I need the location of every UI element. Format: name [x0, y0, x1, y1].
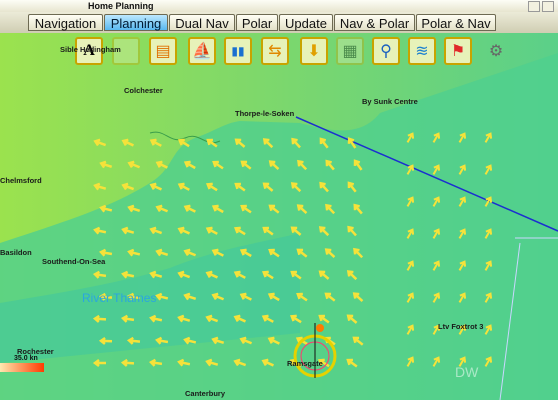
- place-label: Colchester: [124, 86, 163, 95]
- wind-speed-scale: [0, 363, 44, 372]
- window-title: Home Planning: [88, 1, 154, 11]
- tab-dual-nav[interactable]: Dual Nav: [169, 14, 235, 31]
- close-icon[interactable]: [542, 1, 554, 12]
- place-label: Southend-On-Sea: [42, 257, 106, 266]
- watermark: DW: [455, 364, 479, 380]
- wind-scale-label: 35.0 kn: [14, 355, 38, 362]
- download-weather-icon[interactable]: ⬇: [300, 37, 328, 65]
- tide-arrow: [99, 160, 113, 169]
- river-label: River Thames: [82, 291, 157, 305]
- place-label: Chelmsford: [0, 176, 42, 185]
- grid-icon[interactable]: ▦: [336, 37, 364, 65]
- tab-planning[interactable]: Planning: [104, 14, 168, 31]
- tab-update[interactable]: Update: [279, 14, 333, 31]
- tide-arrow: [93, 182, 107, 191]
- tab-bar: Navigation Planning Dual Nav Polar Updat…: [0, 12, 558, 33]
- tab-nav-polar[interactable]: Nav & Polar: [334, 14, 415, 31]
- terrain-layer-icon[interactable]: ▤: [149, 37, 177, 65]
- windsock-icon[interactable]: ⚑: [444, 37, 472, 65]
- chart-map[interactable]: A ▤ ⛵ ▮▮ ⇆ ⬇ ▦ ⚲ ≋ ⚑ ⚙ Sible Hedingham C…: [0, 33, 558, 400]
- tide-arrow: [127, 160, 141, 169]
- place-label: Basildon: [0, 248, 32, 257]
- boat-marker-icon[interactable]: [316, 324, 324, 332]
- wind-lines-icon[interactable]: ≋: [408, 37, 436, 65]
- place-label: Ramsgate: [287, 359, 323, 368]
- tide-arrow: [121, 138, 134, 147]
- place-label: Ltv Foxtrot 3: [438, 322, 484, 331]
- map-layer: [0, 53, 558, 400]
- tide-arrow: [149, 138, 162, 147]
- current-arrows-icon[interactable]: ⇆: [261, 37, 289, 65]
- place-label: Sible Hedingham: [60, 45, 121, 54]
- tab-polar-nav[interactable]: Polar & Nav: [416, 14, 496, 31]
- settings-icon[interactable]: ⚙: [482, 37, 510, 65]
- minimize-icon[interactable]: [528, 1, 540, 12]
- place-label: Thorpe-le-Soken: [235, 109, 295, 118]
- tide-arrow: [121, 182, 135, 191]
- tab-navigation[interactable]: Navigation: [28, 14, 103, 31]
- sail-icon[interactable]: ⛵: [188, 37, 216, 65]
- tab-polar[interactable]: Polar: [236, 14, 278, 31]
- tide-gauge-icon[interactable]: ▮▮: [224, 37, 252, 65]
- route-network-icon[interactable]: ⚲: [372, 37, 400, 65]
- tide-arrow: [93, 138, 107, 147]
- place-label: Canterbury: [185, 389, 226, 398]
- place-label: By Sunk Centre: [362, 97, 418, 106]
